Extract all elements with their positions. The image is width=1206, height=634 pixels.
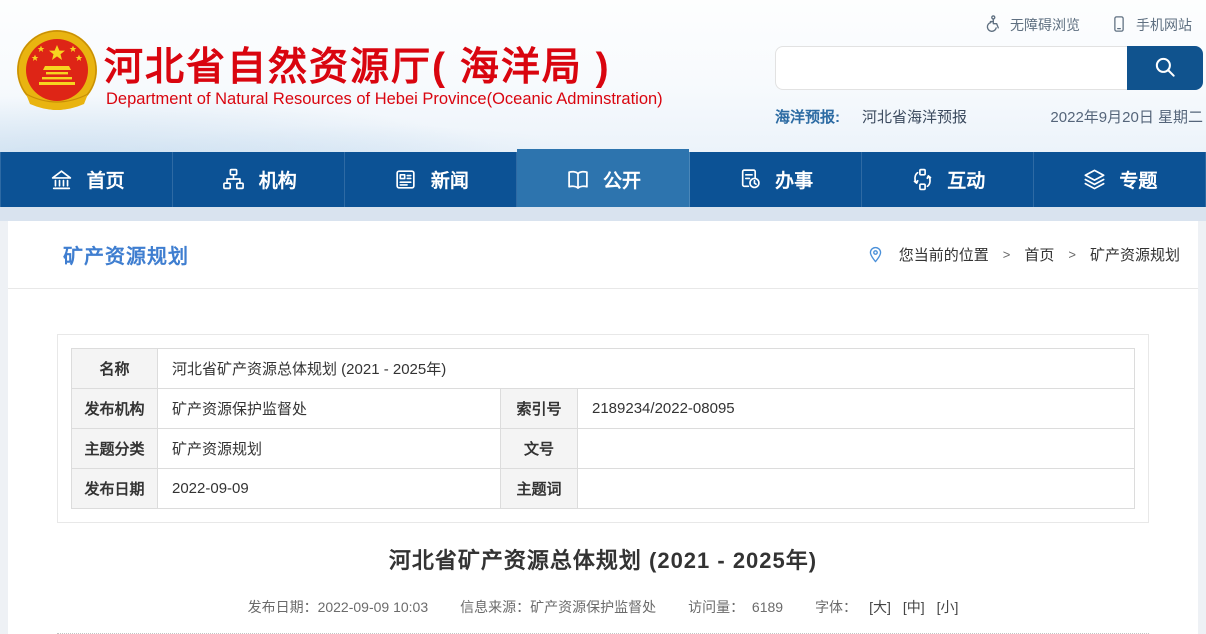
article-source: 信息来源：矿产资源保护监督处 <box>460 597 656 617</box>
org-chart-icon <box>221 167 247 193</box>
field-label: 名称 <box>72 349 158 389</box>
open-book-icon <box>565 167 591 193</box>
search-button[interactable] <box>1127 46 1203 90</box>
visits-label: 访问量： <box>688 599 744 615</box>
news-icon <box>393 167 419 193</box>
nav-item-public-disclosure[interactable]: 公开 <box>517 152 689 207</box>
location-pin-icon <box>866 245 885 264</box>
field-label: 文号 <box>501 429 578 469</box>
field-value-index-number: 2189234/2022-08095 <box>578 389 1135 429</box>
nav-item-news[interactable]: 新闻 <box>345 152 517 207</box>
font-size-medium-button[interactable]: [中] <box>903 599 925 615</box>
font-size-small-button[interactable]: [小] <box>937 599 959 615</box>
nav-label: 公开 <box>603 166 641 193</box>
national-emblem-logo <box>12 26 102 118</box>
wheelchair-icon <box>983 14 1002 36</box>
field-label: 发布机构 <box>72 389 158 429</box>
nav-label: 首页 <box>87 166 125 193</box>
field-value-issuing-agency: 矿产资源保护监督处 <box>158 389 501 429</box>
home-building-icon <box>49 167 75 193</box>
mobile-phone-icon <box>1110 15 1128 36</box>
font-size-large-button[interactable]: [大] <box>869 599 891 615</box>
site-header: 无障碍浏览 手机网站 <box>0 0 1206 152</box>
nav-label: 互动 <box>947 166 985 193</box>
field-value-topic-category: 矿产资源规划 <box>158 429 501 469</box>
field-label: 发布日期 <box>72 469 158 509</box>
breadcrumb-separator: > <box>1003 247 1011 262</box>
document-info-box: 名称 河北省矿产资源总体规划 (2021 - 2025年) 发布机构 矿产资源保… <box>57 334 1149 523</box>
nav-item-home[interactable]: 首页 <box>0 152 173 207</box>
visits-value: 6189 <box>752 599 783 615</box>
article-publish-date: 发布日期：2022-09-09 10:03 <box>248 597 429 617</box>
article-meta-bar: 发布日期：2022-09-09 10:03 信息来源：矿产资源保护监督处 访问量… <box>8 597 1198 617</box>
publish-date-value: 2022-09-09 10:03 <box>318 599 429 615</box>
font-size-controls: 字体： [大] [中] [小] <box>815 597 958 617</box>
field-label: 主题分类 <box>72 429 158 469</box>
search-input[interactable] <box>775 46 1127 90</box>
nav-item-interaction[interactable]: 互动 <box>862 152 1034 207</box>
main-navigation: 首页 机构 新闻 公开 <box>0 152 1206 207</box>
mobile-site-label: 手机网站 <box>1136 15 1192 35</box>
accessibility-label: 无障碍浏览 <box>1010 15 1080 35</box>
forecast-link[interactable]: 河北省海洋预报 <box>862 106 967 127</box>
interaction-cycle-icon <box>909 167 935 193</box>
current-date: 2022年9月20日 星期二 <box>1050 106 1203 127</box>
field-label: 主题词 <box>501 469 578 509</box>
publish-date-label: 发布日期： <box>248 599 318 615</box>
page-title: 矿产资源规划 <box>63 240 189 269</box>
breadcrumb-current: 矿产资源规划 <box>1090 244 1180 265</box>
breadcrumb-home-link[interactable]: 首页 <box>1024 244 1054 265</box>
accessibility-link[interactable]: 无障碍浏览 <box>983 14 1080 36</box>
site-search <box>775 46 1203 90</box>
article-visits: 访问量： 6189 <box>688 597 783 617</box>
field-label: 索引号 <box>501 389 578 429</box>
forecast-bar: 海洋预报: 河北省海洋预报 2022年9月20日 星期二 <box>775 106 1203 127</box>
nav-item-services[interactable]: 办事 <box>690 152 862 207</box>
nav-label: 办事 <box>775 166 813 193</box>
font-size-label: 字体： <box>815 599 857 615</box>
nav-label: 机构 <box>259 166 297 193</box>
field-value-publish-date: 2022-09-09 <box>158 469 501 509</box>
mobile-site-link[interactable]: 手机网站 <box>1110 14 1192 36</box>
forecast-label: 海洋预报: <box>775 106 840 127</box>
breadcrumb-bar: 矿产资源规划 您当前的位置 > 首页 > 矿产资源规划 <box>8 221 1198 289</box>
nav-bottom-strip <box>0 207 1206 221</box>
field-value-doc-number <box>578 429 1135 469</box>
field-value-name: 河北省矿产资源总体规划 (2021 - 2025年) <box>158 349 1135 389</box>
field-value-keywords <box>578 469 1135 509</box>
location-label: 您当前的位置 <box>899 244 989 265</box>
table-row: 发布机构 矿产资源保护监督处 索引号 2189234/2022-08095 <box>72 389 1135 429</box>
layers-icon <box>1081 167 1107 193</box>
table-row: 发布日期 2022-09-09 主题词 <box>72 469 1135 509</box>
nav-item-organization[interactable]: 机构 <box>173 152 345 207</box>
source-value: 矿产资源保护监督处 <box>530 599 656 615</box>
nav-item-special-topics[interactable]: 专题 <box>1034 152 1206 207</box>
site-subtitle: Department of Natural Resources of Hebei… <box>106 90 663 109</box>
table-row: 主题分类 矿产资源规划 文号 <box>72 429 1135 469</box>
breadcrumb-separator: > <box>1068 247 1076 262</box>
main-content: 矿产资源规划 您当前的位置 > 首页 > 矿产资源规划 名称 河北省矿产资源总体… <box>8 221 1198 634</box>
document-info-table: 名称 河北省矿产资源总体规划 (2021 - 2025年) 发布机构 矿产资源保… <box>71 348 1135 509</box>
utility-links: 无障碍浏览 手机网站 <box>983 14 1192 36</box>
search-icon <box>1152 54 1178 83</box>
nav-label: 新闻 <box>431 166 469 193</box>
table-row: 名称 河北省矿产资源总体规划 (2021 - 2025年) <box>72 349 1135 389</box>
document-clock-icon <box>737 167 763 193</box>
site-title: 河北省自然资源厅( 海洋局 ) <box>104 36 611 92</box>
breadcrumb: 您当前的位置 > 首页 > 矿产资源规划 <box>866 244 1180 265</box>
article-title: 河北省矿产资源总体规划 (2021 - 2025年) <box>8 543 1198 575</box>
nav-label: 专题 <box>1119 166 1157 193</box>
source-label: 信息来源： <box>460 599 530 615</box>
